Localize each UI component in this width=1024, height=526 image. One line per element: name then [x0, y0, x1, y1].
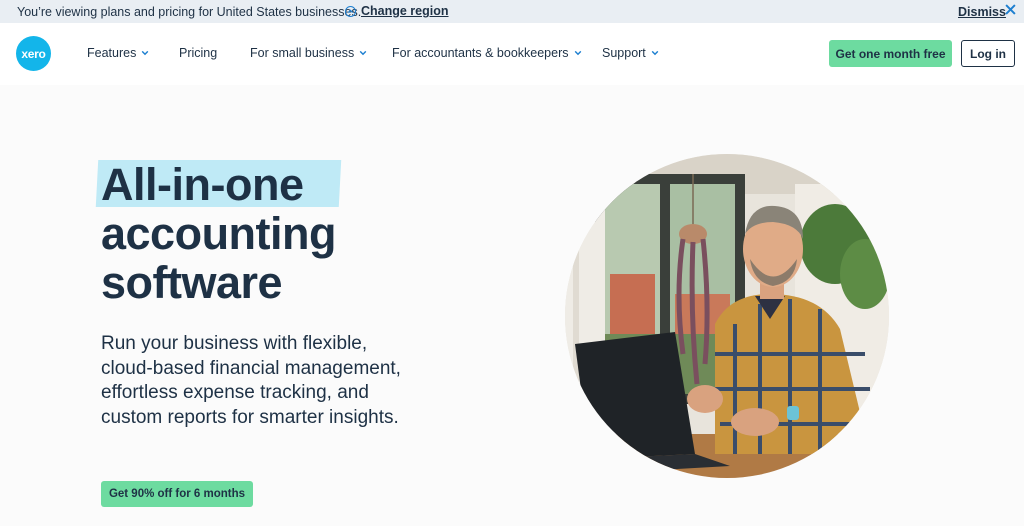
close-icon[interactable] [1005, 4, 1016, 15]
get-one-month-free-button[interactable]: Get one month free [829, 40, 952, 67]
chevron-down-icon [359, 50, 367, 56]
nav-item-label: Features [87, 46, 137, 60]
headline-line: accounting [101, 208, 337, 259]
chevron-down-icon [574, 50, 581, 56]
chevron-down-icon [142, 50, 149, 56]
change-region-link[interactable]: Change region [345, 4, 449, 18]
main-nav: xero Features Pricing For small business… [0, 23, 1024, 85]
chevron-down-icon [651, 50, 659, 56]
xero-logo[interactable]: xero [16, 36, 51, 71]
chevron-up-circle-icon [345, 5, 356, 17]
change-region-label[interactable]: Change region [361, 4, 449, 18]
nav-item-features[interactable]: Features [87, 46, 149, 60]
nav-item-small-business[interactable]: For small business [250, 46, 367, 60]
nav-item-label: Support [602, 46, 646, 60]
log-in-button[interactable]: Log in [961, 40, 1015, 67]
nav-item-label: Pricing [179, 46, 218, 60]
hero-photo [565, 154, 889, 478]
man-with-laptop-image [565, 154, 889, 478]
headline-line: software [101, 257, 283, 308]
get-90-off-button[interactable]: Get 90% off for 6 months [101, 481, 253, 507]
region-message: You’re viewing plans and pricing for Uni… [17, 5, 362, 19]
region-banner: You’re viewing plans and pricing for Uni… [0, 0, 1024, 23]
nav-item-accountants[interactable]: For accountants & bookkeepers [392, 46, 582, 60]
nav-item-pricing[interactable]: Pricing [179, 46, 217, 60]
nav-item-label: For accountants & bookkeepers [392, 46, 569, 60]
hero-headline: All-in-one accounting software [101, 159, 337, 308]
nav-item-label: For small business [250, 46, 355, 60]
hero-subtext: Run your business with flexible, cloud-b… [101, 333, 401, 428]
nav-item-support[interactable]: Support [602, 46, 659, 60]
headline-line: All-in-one [101, 159, 304, 210]
dismiss-link[interactable]: Dismiss [958, 5, 1006, 19]
